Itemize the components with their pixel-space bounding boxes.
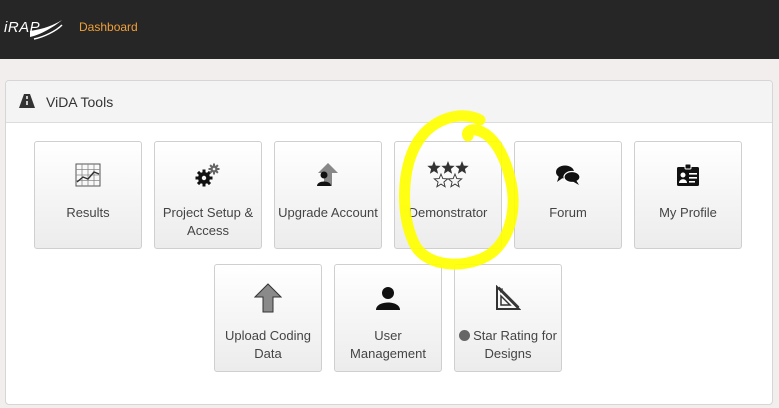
upload-arrow-icon bbox=[215, 283, 321, 313]
my-profile-tile[interactable]: My Profile bbox=[634, 141, 742, 249]
tile-label-text: Star Rating for Designs bbox=[473, 328, 557, 361]
id-card-icon bbox=[635, 162, 741, 188]
upgrade-account-tile[interactable]: Upgrade Account bbox=[274, 141, 382, 249]
tile-label: Demonstrator bbox=[408, 205, 488, 220]
tile-label: Project Setup & Access bbox=[162, 205, 254, 238]
star-rating-designs-tile[interactable]: Star Rating for Designs bbox=[454, 264, 562, 372]
stars-icon bbox=[395, 161, 501, 188]
nav-dashboard-link[interactable]: Dashboard bbox=[79, 20, 138, 34]
tile-label: Results bbox=[66, 205, 110, 220]
top-navbar: iRAP Dashboard bbox=[0, 0, 779, 59]
user-management-tile[interactable]: User Management bbox=[334, 264, 442, 372]
irap-logo[interactable]: iRAP bbox=[4, 17, 64, 43]
logo-swoosh-icon bbox=[30, 20, 63, 40]
demonstrator-tile[interactable]: Demonstrator bbox=[394, 141, 502, 249]
results-tile[interactable]: Results bbox=[34, 141, 142, 249]
tile-label: My Profile bbox=[659, 205, 717, 220]
panel-header: ViDA Tools bbox=[6, 81, 772, 123]
tile-label: User Management bbox=[350, 328, 426, 361]
tile-label: Forum bbox=[549, 205, 587, 220]
user-upgrade-icon bbox=[275, 162, 381, 188]
gears-icon bbox=[155, 162, 261, 188]
tile-label: Upgrade Account bbox=[278, 205, 378, 220]
grid-chart-icon bbox=[35, 162, 141, 188]
project-setup-tile[interactable]: Project Setup & Access bbox=[154, 141, 262, 249]
upload-coding-data-tile[interactable]: Upload Coding Data bbox=[214, 264, 322, 372]
drafting-triangle-icon bbox=[455, 285, 561, 311]
user-icon bbox=[335, 285, 441, 311]
forum-tile[interactable]: Forum bbox=[514, 141, 622, 249]
road-icon bbox=[19, 94, 35, 113]
tile-label: Upload Coding Data bbox=[224, 328, 311, 361]
tile-label: Star Rating for Designs bbox=[457, 327, 559, 363]
chat-bubbles-icon bbox=[515, 162, 621, 188]
panel-title: ViDA Tools bbox=[46, 94, 114, 110]
globe-icon bbox=[459, 330, 471, 341]
